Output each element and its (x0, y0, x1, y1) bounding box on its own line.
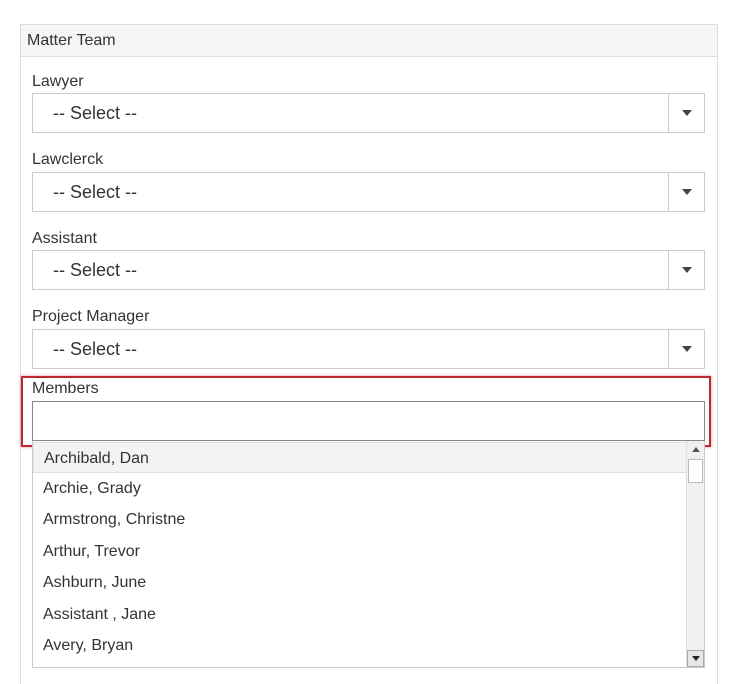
assistant-select-value: -- Select -- (53, 260, 138, 280)
scroll-down-arrow-icon[interactable] (687, 650, 704, 667)
lawclerck-select-value: -- Select -- (53, 182, 138, 202)
list-item[interactable]: Assistant , Jane (33, 599, 687, 630)
members-label: Members (32, 380, 99, 397)
list-item[interactable]: Ashburn, June (33, 567, 687, 598)
lawyer-label: Lawyer (32, 73, 84, 90)
list-item[interactable]: Arthur, Trevor (33, 536, 687, 567)
project-manager-select[interactable]: -- Select -- (32, 329, 705, 369)
assistant-label: Assistant (32, 230, 97, 247)
lawclerck-label: Lawclerck (32, 151, 104, 168)
members-input[interactable] (32, 401, 705, 441)
caret-down-icon[interactable] (668, 94, 704, 132)
members-dropdown-list[interactable]: Archibald, Dan Archie, Grady Armstrong, … (32, 441, 705, 668)
vertical-scrollbar[interactable] (686, 441, 704, 667)
list-item[interactable]: Archie, Grady (33, 473, 687, 504)
lawyer-select-value: -- Select -- (53, 103, 138, 123)
assistant-select[interactable]: -- Select -- (32, 250, 705, 290)
list-item[interactable]: Archibald, Dan (33, 442, 687, 473)
project-manager-label: Project Manager (32, 308, 150, 325)
caret-down-icon[interactable] (668, 251, 704, 289)
lawyer-select[interactable]: -- Select -- (32, 93, 705, 133)
scroll-up-arrow-icon[interactable] (687, 441, 704, 458)
scrollbar-thumb[interactable] (688, 459, 703, 483)
caret-down-icon[interactable] (668, 173, 704, 211)
lawclerck-select[interactable]: -- Select -- (32, 172, 705, 212)
list-item[interactable]: Avery, Bryan (33, 630, 687, 661)
panel-heading: Matter Team (21, 25, 717, 57)
project-manager-select-value: -- Select -- (53, 339, 138, 359)
caret-down-icon[interactable] (668, 330, 704, 368)
list-item[interactable]: Armstrong, Christne (33, 504, 687, 535)
